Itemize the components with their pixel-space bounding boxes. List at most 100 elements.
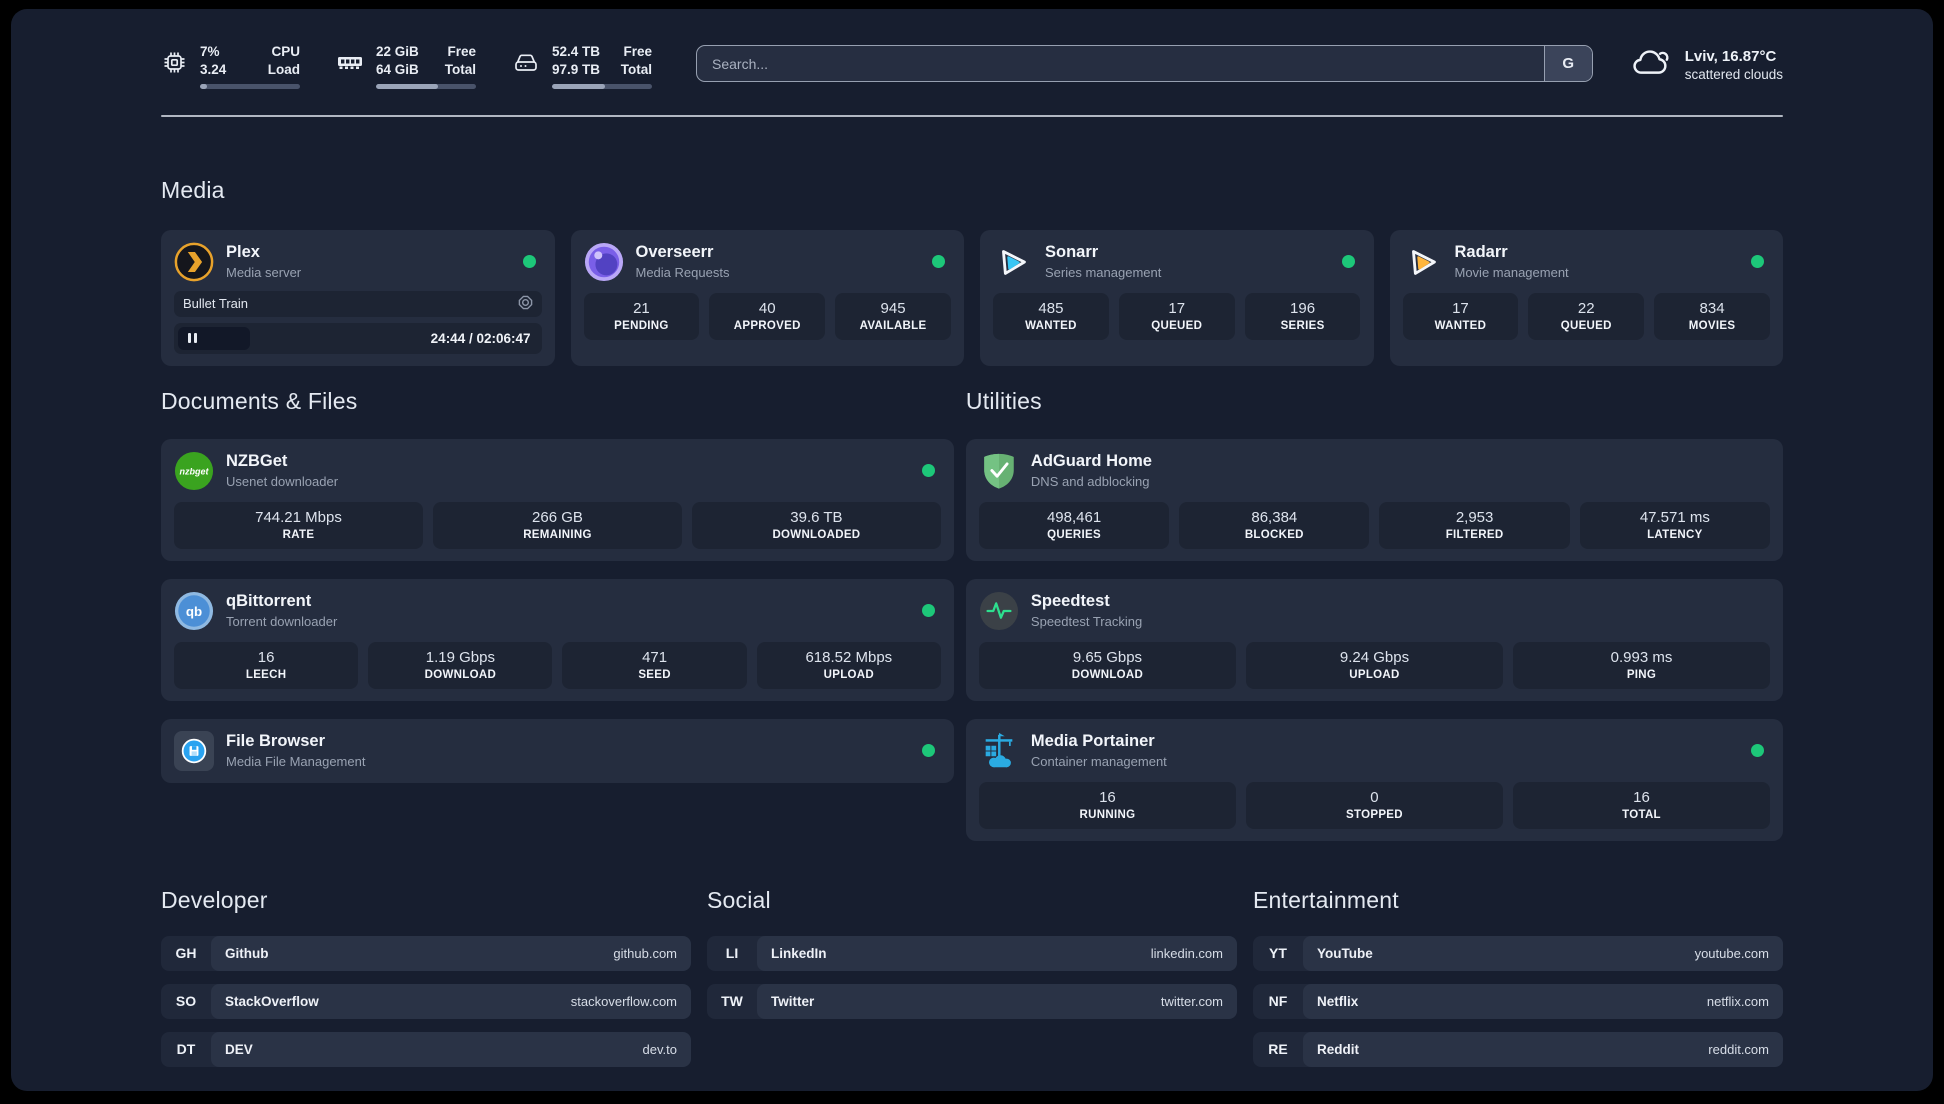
app-card-speedtest[interactable]: Speedtest Speedtest Tracking 9.65 Gbps DO…	[965, 578, 1783, 701]
filebrowser-icon	[174, 730, 214, 771]
app-subtitle: Speedtest Tracking	[1030, 614, 1143, 630]
section-title-media: Media	[161, 176, 225, 203]
app-subtitle: DNS and adblocking	[1030, 474, 1150, 490]
cpu-progress-fill	[200, 84, 207, 90]
app-subtitle: Torrent downloader	[226, 614, 338, 630]
status-dot	[921, 464, 935, 478]
stat-total: 16 TOTAL	[1512, 781, 1771, 829]
app-card-adguard[interactable]: AdGuard Home DNS and adblocking 498,461 Q…	[965, 438, 1783, 561]
app-name: Radarr	[1454, 243, 1508, 262]
app-name: Plex	[226, 243, 260, 262]
stat-seed: 471 SEED	[562, 641, 747, 689]
stat-upload: 618.52 Mbps UPLOAD	[756, 641, 941, 689]
link-url: dev.to	[642, 1041, 677, 1057]
ram-values: 22 GiB 64 GiB	[376, 44, 419, 78]
plex-icon	[174, 242, 214, 282]
link-url: twitter.com	[1160, 993, 1223, 1009]
link-youtube[interactable]: YT YouTube youtube.com	[1253, 935, 1783, 971]
link-url: youtube.com	[1694, 945, 1769, 961]
link-url: netflix.com	[1706, 993, 1769, 1009]
now-playing-title: Bullet Train	[183, 296, 249, 312]
cloud-icon	[1631, 45, 1671, 84]
link-url: reddit.com	[1708, 1041, 1769, 1057]
stat-download: 1.19 Gbps DOWNLOAD	[368, 641, 553, 689]
stat-queued: 17 QUEUED	[1118, 292, 1235, 340]
link-github[interactable]: GH Github github.com	[161, 935, 691, 971]
status-dot	[921, 604, 935, 618]
stat-downloaded: 39.6 TB DOWNLOADED	[691, 501, 941, 549]
pause-button[interactable]	[178, 326, 250, 350]
app-subtitle: Usenet downloader	[226, 474, 339, 490]
app-card-radarr[interactable]: Radarr Movie management 17 WANTED 22 QUEUE…	[1389, 229, 1783, 366]
ram-metric: 22 GiB 64 GiB Free Total	[336, 43, 476, 90]
link-abbr: SO	[175, 993, 197, 1010]
speedtest-icon	[979, 591, 1019, 631]
app-card-nzbget[interactable]: nzbget NZBGet Usenet downloader 744.21 M…	[161, 438, 954, 561]
app-subtitle: Media Requests	[635, 265, 730, 281]
stat-ping: 0.993 ms PING	[1512, 641, 1771, 689]
qbittorrent-icon: qb	[174, 591, 214, 631]
section-title-developer: Developer	[161, 886, 268, 913]
section-title-social: Social	[707, 886, 771, 913]
link-url: stackoverflow.com	[570, 993, 677, 1009]
app-card-qbittorrent[interactable]: qb qBittorrent Torrent downloader 16 LEE…	[161, 578, 954, 701]
status-dot	[522, 255, 536, 269]
app-name: Overseerr	[635, 243, 714, 262]
link-name: LinkedIn	[771, 945, 827, 961]
stat-pending: 21 PENDING	[583, 292, 700, 340]
app-name: qBittorrent	[226, 592, 312, 611]
section-title-entertainment: Entertainment	[1253, 886, 1399, 913]
link-linkedin[interactable]: LI LinkedIn linkedin.com	[707, 935, 1237, 971]
link-reddit[interactable]: RE Reddit reddit.com	[1253, 1031, 1783, 1067]
link-name: Twitter	[771, 993, 815, 1009]
link-dev[interactable]: DT DEV dev.to	[161, 1031, 691, 1067]
app-subtitle: Movie management	[1454, 265, 1569, 281]
app-name: Sonarr	[1045, 243, 1099, 262]
app-card-plex[interactable]: Plex Media server Bullet Train 24:44 / 0…	[161, 229, 555, 366]
link-netflix[interactable]: NF Netflix netflix.com	[1253, 983, 1783, 1019]
app-card-portainer[interactable]: Media Portainer Container management 16 R…	[965, 718, 1783, 841]
app-card-filebrowser[interactable]: File Browser Media File Management	[161, 718, 954, 783]
stat-filtered: 2,953 FILTERED	[1379, 501, 1570, 549]
dashboard: 7% 3.24 CPU Load 22 GiB 64 GiB Free Tota…	[11, 9, 1933, 1091]
app-name: File Browser	[226, 732, 326, 751]
status-dot	[1751, 255, 1764, 269]
status-dot	[1751, 744, 1764, 758]
ram-labels: Free Total	[444, 44, 476, 78]
system-metrics: 7% 3.24 CPU Load 22 GiB 64 GiB Free Tota…	[161, 43, 652, 90]
app-card-sonarr[interactable]: Sonarr Series management 485 WANTED 17 QUE…	[980, 229, 1374, 366]
search-engine-button[interactable]: G	[1543, 46, 1592, 81]
stat-latency: 47.571 ms LATENCY	[1579, 501, 1770, 549]
cpu-icon	[161, 49, 188, 89]
link-abbr: TW	[721, 993, 743, 1010]
stat-stopped: 0 STOPPED	[1245, 781, 1503, 829]
radarr-icon	[1403, 242, 1443, 282]
ram-progress-fill	[376, 84, 438, 90]
link-url: github.com	[613, 945, 677, 961]
settings-gear-icon[interactable]	[518, 295, 533, 313]
section-title-documents: Documents & Files	[161, 387, 358, 414]
link-name: Netflix	[1317, 993, 1359, 1009]
link-twitter[interactable]: TW Twitter twitter.com	[707, 983, 1237, 1019]
link-abbr: LI	[725, 945, 739, 962]
svg-text:nzbget: nzbget	[179, 466, 209, 476]
app-name: Media Portainer	[1030, 732, 1155, 751]
stat-available: 945 AVAILABLE	[835, 292, 951, 340]
search-input[interactable]	[697, 46, 1544, 81]
disk-progress-fill	[552, 84, 605, 90]
stat-movies: 834 MOVIES	[1654, 292, 1770, 340]
app-name: NZBGet	[226, 452, 288, 471]
link-stackoverflow[interactable]: SO StackOverflow stackoverflow.com	[161, 983, 691, 1019]
header-divider	[161, 115, 1783, 117]
app-card-overseerr[interactable]: Overseerr Media Requests 21 PENDING 40 APP…	[570, 229, 964, 366]
adguard-icon	[979, 451, 1019, 491]
app-subtitle: Media File Management	[226, 754, 366, 770]
app-name: AdGuard Home	[1030, 452, 1152, 471]
stat-download: 9.65 Gbps DOWNLOAD	[978, 641, 1236, 689]
now-playing-widget: Bullet Train 24:44 / 02:06:47	[174, 290, 542, 354]
stat-queued: 22 QUEUED	[1528, 292, 1645, 340]
overseerr-icon	[584, 242, 624, 282]
disk-metric: 52.4 TB 97.9 TB Free Total	[512, 43, 652, 90]
portainer-icon	[979, 731, 1019, 771]
app-subtitle: Container management	[1030, 754, 1167, 770]
